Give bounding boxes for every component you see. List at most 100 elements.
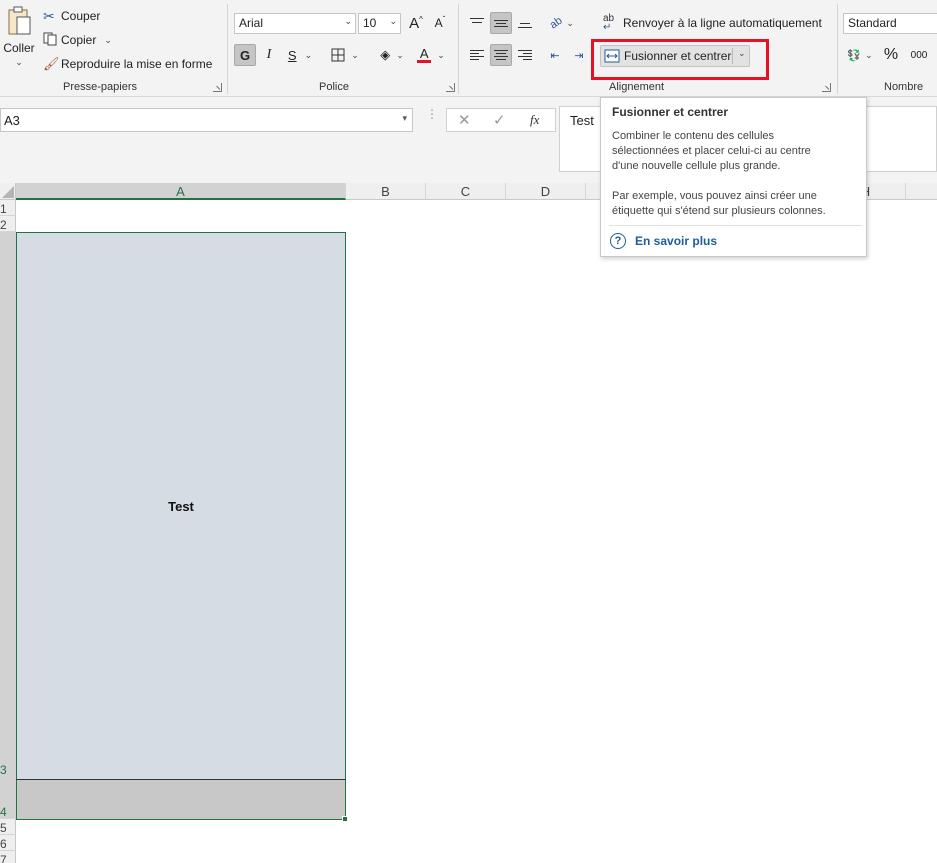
name-box-value: A3: [4, 113, 20, 128]
enter-icon[interactable]: ✓: [493, 111, 506, 129]
decrease-indent-button[interactable]: ⇤: [544, 44, 566, 66]
fill-handle[interactable]: [342, 816, 348, 822]
cancel-icon[interactable]: ✕: [458, 111, 471, 129]
clipboard-group-label: Presse-papiers: [63, 81, 137, 93]
paste-button[interactable]: Coller ⌄: [2, 5, 36, 73]
fill-color-button[interactable]: ◈ ⌄: [375, 44, 409, 66]
format-painter-button[interactable]: 🖌 Reproduire la mise en forme: [42, 54, 214, 74]
tooltip-divider: [609, 225, 862, 226]
font-dialog-launcher-icon[interactable]: [446, 83, 455, 92]
chevron-down-icon: ⌄: [865, 49, 873, 60]
group-separator: [837, 4, 838, 94]
alignment-group-label: Alignement: [609, 81, 665, 93]
thousands-separator-button[interactable]: 000: [905, 44, 933, 66]
row-header-5[interactable]: 5: [0, 819, 16, 835]
alignment-dialog-launcher-icon[interactable]: [822, 83, 831, 92]
paint-bucket-icon: ◈: [380, 47, 391, 62]
chevron-down-icon: ⌄: [304, 49, 313, 60]
increase-indent-button[interactable]: ⇥: [568, 44, 590, 66]
font-size-value: 10: [363, 16, 377, 30]
column-header-i[interactable]: [906, 183, 937, 200]
tooltip-description-line-2: sélectionnées et placer celui-ci au cent…: [612, 145, 811, 157]
caret-up-icon: ^: [419, 14, 423, 24]
merge-center-button[interactable]: Fusionner et centrer ⌄: [600, 45, 750, 67]
row-header-2[interactable]: 2: [0, 216, 16, 232]
align-left-icon: [470, 49, 484, 61]
align-top-button[interactable]: [466, 12, 488, 34]
increase-font-size-button[interactable]: A ^: [405, 13, 427, 33]
merge-dropdown-divider: [732, 48, 733, 64]
align-center-button[interactable]: [490, 44, 512, 66]
accounting-format-button[interactable]: 💱 ⌄: [843, 44, 877, 66]
align-bottom-button[interactable]: [514, 12, 536, 34]
insert-function-button[interactable]: fx: [530, 112, 539, 128]
cell-a4[interactable]: [16, 779, 346, 820]
underline-button[interactable]: S ⌄: [283, 44, 317, 66]
row-headers: 1 2 3 4 5 6 7: [0, 200, 16, 863]
column-header-c[interactable]: C: [426, 183, 506, 200]
row-header-7[interactable]: 7: [0, 851, 16, 863]
column-header-b[interactable]: B: [346, 183, 426, 200]
formula-bar-grip-icon[interactable]: ⋮: [426, 108, 438, 120]
wrap-text-icon: ab ↵: [603, 13, 615, 33]
shrink-font-label: A: [434, 16, 443, 30]
column-header-d[interactable]: D: [506, 183, 586, 200]
font-name-select[interactable]: Arial ⌄: [234, 13, 356, 34]
select-all-icon: [2, 186, 14, 198]
align-middle-button[interactable]: [490, 12, 512, 34]
caret-down-icon: ˇ: [442, 14, 446, 24]
merged-cell-text: Test: [168, 498, 194, 514]
italic-button[interactable]: I: [259, 44, 279, 66]
merge-center-tooltip: Fusionner et centrer Combiner le contenu…: [600, 97, 867, 257]
chevron-down-icon[interactable]: ▾: [402, 113, 407, 124]
orientation-button[interactable]: ab ⌄: [546, 12, 578, 34]
align-right-button[interactable]: [514, 44, 536, 66]
cut-button[interactable]: ✂ Couper: [42, 6, 106, 26]
chevron-down-icon[interactable]: ⌄: [738, 48, 746, 59]
paste-label: Coller: [3, 41, 35, 55]
align-left-button[interactable]: [466, 44, 488, 66]
percent-button[interactable]: %: [880, 44, 902, 66]
clipboard-dialog-launcher-icon[interactable]: [213, 83, 222, 92]
column-header-a[interactable]: A: [16, 183, 346, 200]
wrap-text-button[interactable]: ab ↵ Renvoyer à la ligne automatiquement: [602, 12, 826, 34]
row-header-4[interactable]: 4: [0, 779, 16, 819]
borders-button[interactable]: ⌄: [327, 44, 363, 66]
underline-label: S: [287, 47, 297, 63]
font-name-value: Arial: [239, 16, 264, 30]
cut-label: Couper: [61, 9, 101, 23]
text-orientation-icon: ab: [547, 14, 565, 32]
decrease-font-size-button[interactable]: Aˇ: [430, 13, 450, 33]
thousands-label: 000: [910, 49, 928, 61]
copy-label: Copier: [61, 33, 97, 47]
chevron-down-icon: ⌄: [396, 49, 404, 60]
copy-button[interactable]: Copier ⌄: [42, 30, 120, 50]
increase-indent-icon: ⇥: [574, 49, 584, 62]
bold-button[interactable]: G: [234, 44, 256, 66]
align-right-icon: [518, 49, 532, 61]
help-icon: ?: [610, 233, 626, 249]
align-middle-icon: [494, 17, 508, 29]
learn-more-link[interactable]: ? En savoir plus: [610, 233, 717, 249]
number-group-label: Nombre: [884, 81, 924, 93]
learn-more-label: En savoir plus: [635, 234, 718, 248]
bold-label: G: [239, 47, 251, 63]
number-format-select[interactable]: Standard: [843, 13, 937, 34]
percent-label: %: [883, 46, 899, 63]
chevron-down-icon: ⌄: [389, 16, 397, 26]
select-all-button[interactable]: [0, 183, 16, 200]
merge-center-icon: [604, 49, 620, 63]
font-size-select[interactable]: 10 ⌄: [358, 13, 401, 34]
merged-cell-a3[interactable]: Test: [16, 232, 346, 779]
font-color-swatch: [417, 60, 432, 63]
font-color-button[interactable]: A ⌄: [413, 44, 449, 66]
row-header-3[interactable]: 3: [0, 232, 16, 779]
name-box[interactable]: A3 ▾: [0, 108, 413, 132]
row-header-1[interactable]: 1: [0, 200, 16, 216]
chevron-down-icon: ⌄: [104, 34, 112, 45]
row-header-6[interactable]: 6: [0, 835, 16, 851]
copy-icon: [43, 32, 61, 49]
tooltip-description-line-3: d'une nouvelle cellule plus grande.: [612, 160, 781, 172]
formula-content: Test: [570, 113, 594, 128]
group-separator: [227, 4, 228, 94]
